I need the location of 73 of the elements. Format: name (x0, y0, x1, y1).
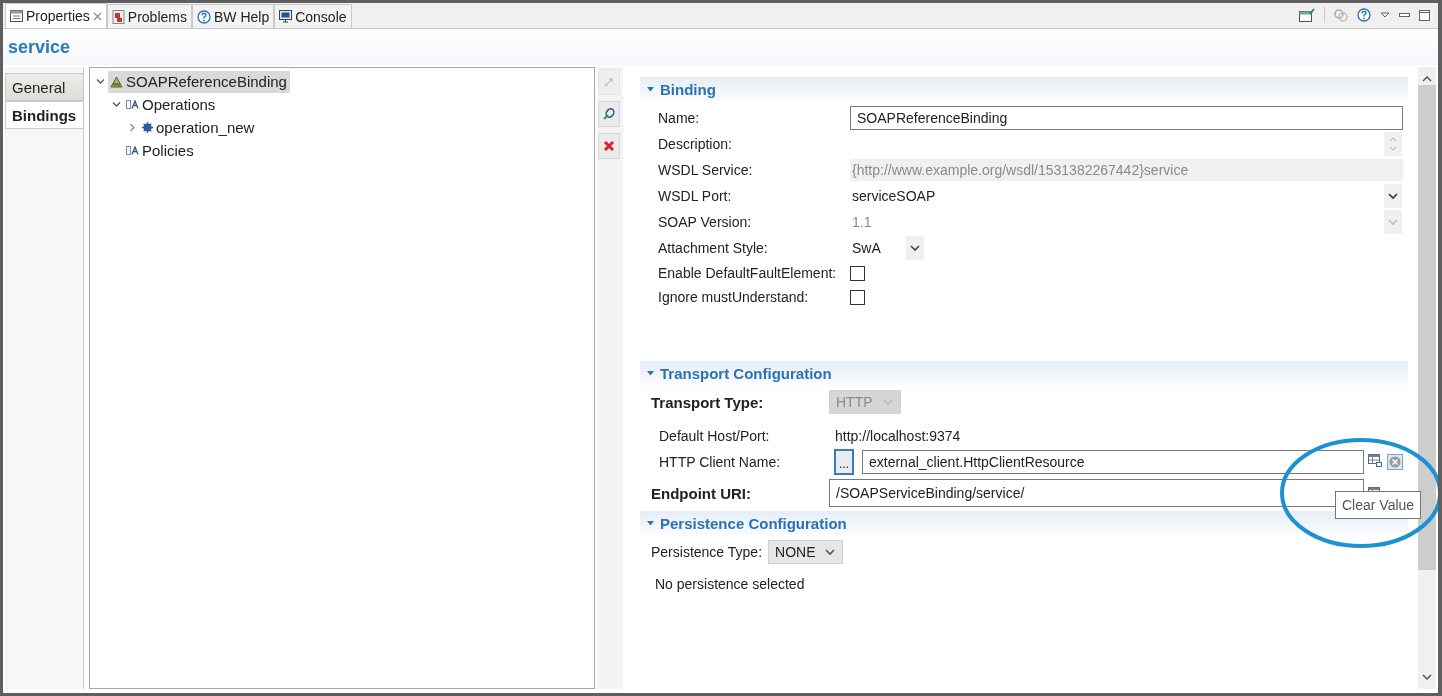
tree-item[interactable]: SOAPReferenceBinding (108, 70, 290, 93)
minimize-icon[interactable] (1399, 11, 1410, 19)
field-label: Ignore mustUnderstand: (658, 289, 810, 305)
chevron-down-icon (910, 244, 920, 252)
table-icon[interactable] (1368, 454, 1382, 467)
binding-icon (110, 75, 123, 88)
chevron-down-icon (882, 398, 893, 406)
field-label: HTTP Client Name: (658, 454, 782, 470)
element-icon (126, 100, 139, 109)
tab[interactable]: Console (274, 4, 352, 28)
tree-item[interactable]: Policies (124, 139, 197, 162)
tool-button[interactable] (598, 101, 620, 127)
tool-button[interactable] (598, 133, 620, 159)
dropdown[interactable]: SwA (850, 236, 924, 260)
add-icon (602, 75, 616, 89)
text-field[interactable]: SOAPReferenceBinding (850, 106, 1403, 130)
help-icon (196, 9, 211, 24)
field-label: Enable DefaultFaultElement: (658, 265, 838, 281)
view-menu-icon[interactable] (1380, 11, 1390, 19)
status-text: No persistence selected (655, 576, 805, 592)
pin-view-icon[interactable] (1299, 8, 1315, 22)
field-label: Description: (658, 136, 733, 152)
chevron-down-icon[interactable] (111, 101, 121, 108)
tree-item[interactable]: Operations (124, 93, 219, 116)
text-field[interactable]: external_client.HttpClientResource (862, 450, 1364, 474)
chevron-down-icon (1388, 218, 1398, 226)
field-label: Persistence Type: (651, 544, 763, 560)
chevron-right-icon[interactable] (128, 123, 136, 132)
delete-icon (602, 139, 616, 153)
side-tab[interactable]: General (5, 73, 83, 101)
browse-button[interactable]: ... (834, 449, 854, 475)
chevron-down-icon (825, 548, 836, 556)
triangle-down-icon (647, 520, 654, 526)
field-label: SOAP Version: (658, 214, 753, 230)
scrollbar[interactable] (1418, 67, 1436, 689)
field-label: Attachment Style: (658, 240, 769, 256)
monitor-icon (279, 10, 293, 23)
checkbox[interactable] (850, 289, 865, 305)
side-tab[interactable]: Bindings (5, 101, 83, 129)
triangle-down-icon (647, 86, 654, 92)
tab[interactable]: Properties (5, 3, 107, 28)
scroll-down-icon[interactable] (1422, 673, 1432, 681)
field-label: Default Host/Port: (658, 428, 771, 444)
field-label: WSDL Port: (658, 188, 733, 204)
field-label: Transport Type: (651, 393, 765, 411)
triangle-down-icon (647, 370, 654, 376)
field-label: Endpoint URI: (651, 484, 752, 502)
field-label: WSDL Service: (658, 162, 754, 178)
problems-icon (111, 9, 125, 24)
link-icon (602, 107, 616, 121)
clear-icon[interactable] (1387, 454, 1403, 470)
dropdown[interactable]: NONE (768, 540, 844, 564)
chevron-down-icon[interactable] (95, 78, 105, 85)
chevron-down-icon (1388, 192, 1398, 200)
text-field: {http://www.example.org/wsdl/1531382267442}service (850, 159, 1403, 181)
scroll-up-icon[interactable] (1422, 75, 1432, 83)
tab[interactable]: BW Help (191, 4, 275, 28)
section-header[interactable]: Persistence Configuration (640, 511, 1408, 535)
window-icon (10, 10, 23, 22)
section-header[interactable]: Binding (640, 77, 1408, 101)
field-value: http://localhost:9374 (834, 428, 961, 444)
close-icon[interactable] (92, 11, 102, 21)
field-label: Name: (658, 110, 701, 126)
dropdown[interactable]: serviceSOAP (850, 184, 1402, 208)
tab[interactable]: Problems (106, 4, 192, 28)
tree-item[interactable]: operation_new (140, 116, 258, 139)
gear-icon (142, 122, 153, 133)
element-icon (126, 146, 139, 155)
section-header[interactable]: Transport Configuration (640, 361, 1408, 385)
tooltip: Clear Value (1335, 491, 1422, 519)
help-icon[interactable] (1357, 8, 1371, 22)
checkbox[interactable] (850, 265, 865, 281)
maximize-icon[interactable] (1419, 9, 1430, 21)
